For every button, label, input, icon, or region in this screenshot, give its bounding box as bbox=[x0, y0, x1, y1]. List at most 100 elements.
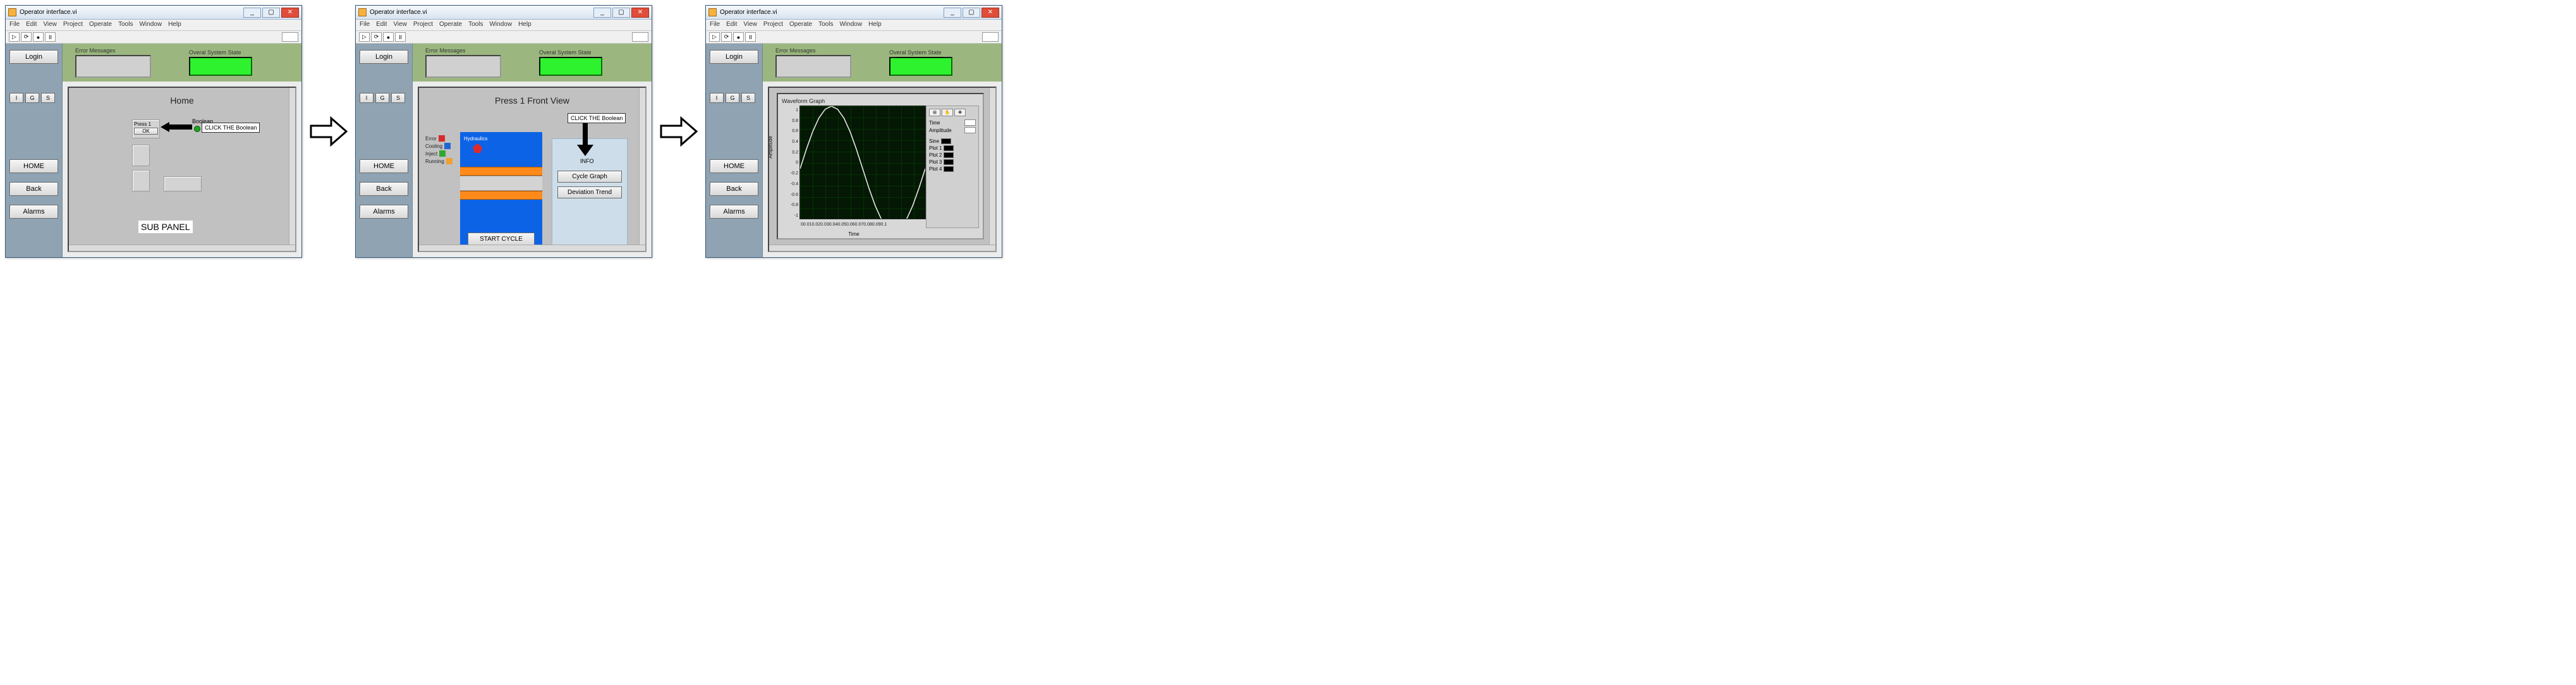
menu-help[interactable]: Help bbox=[518, 21, 532, 29]
home-button[interactable]: HOME bbox=[710, 159, 758, 173]
menu-edit[interactable]: Edit bbox=[376, 21, 387, 29]
run-continuous-icon[interactable]: ⟳ bbox=[371, 32, 382, 42]
menubar[interactable]: File Edit View Project Operate Tools Win… bbox=[706, 20, 1002, 31]
menubar[interactable]: File Edit View Project Operate Tools Win… bbox=[6, 20, 301, 31]
back-button[interactable]: Back bbox=[9, 182, 58, 196]
menu-file[interactable]: File bbox=[710, 21, 720, 29]
menu-window[interactable]: Window bbox=[839, 21, 862, 29]
graph-legend[interactable]: ⊞✋✥ Time Amplitude Sine Plot 1 Plot 2 Pl… bbox=[926, 106, 979, 228]
run-continuous-icon[interactable]: ⟳ bbox=[21, 32, 32, 42]
menu-project[interactable]: Project bbox=[63, 21, 83, 29]
pause-icon[interactable]: II bbox=[745, 32, 756, 42]
mode-radio[interactable]: I G S bbox=[9, 93, 58, 103]
scrollbar-vertical[interactable] bbox=[639, 88, 645, 251]
close-button[interactable]: ✕ bbox=[981, 8, 999, 18]
deviation-trend-button[interactable]: Deviation Trend bbox=[557, 186, 622, 198]
menu-project[interactable]: Project bbox=[763, 21, 783, 29]
legend-item-3[interactable]: Plot 3 bbox=[929, 159, 942, 165]
titlebar[interactable]: Operator interface.vi _ ▢ ✕ bbox=[6, 6, 301, 20]
home-button[interactable]: HOME bbox=[360, 159, 408, 173]
run-icon[interactable]: ▷ bbox=[359, 32, 370, 42]
titlebar[interactable]: Operator interface.vi _ ▢ ✕ bbox=[356, 6, 652, 20]
boolean-led[interactable] bbox=[194, 126, 200, 132]
run-icon[interactable]: ▷ bbox=[9, 32, 20, 42]
minimize-button[interactable]: _ bbox=[243, 8, 261, 18]
menu-project[interactable]: Project bbox=[413, 21, 433, 29]
mode-radio[interactable]: I G S bbox=[360, 93, 408, 103]
legend-item-2[interactable]: Plot 2 bbox=[929, 152, 942, 158]
menu-view[interactable]: View bbox=[393, 21, 407, 29]
legend-item-0[interactable]: Sine bbox=[929, 138, 939, 144]
scrollbar-vertical[interactable] bbox=[289, 88, 295, 251]
stop-icon[interactable]: ● bbox=[733, 32, 744, 42]
menu-view[interactable]: View bbox=[43, 21, 57, 29]
alarms-button[interactable]: Alarms bbox=[710, 205, 758, 219]
login-button[interactable]: Login bbox=[9, 50, 58, 64]
maximize-button[interactable]: ▢ bbox=[612, 8, 630, 18]
menu-edit[interactable]: Edit bbox=[726, 21, 737, 29]
alarms-button[interactable]: Alarms bbox=[360, 205, 408, 219]
mode-g[interactable]: G bbox=[375, 93, 389, 103]
stop-icon[interactable]: ● bbox=[383, 32, 394, 42]
stop-icon[interactable]: ● bbox=[33, 32, 44, 42]
plot-area[interactable] bbox=[799, 106, 926, 219]
mode-i[interactable]: I bbox=[9, 93, 23, 103]
menu-operate[interactable]: Operate bbox=[439, 21, 462, 29]
menu-file[interactable]: File bbox=[9, 21, 20, 29]
maximize-button[interactable]: ▢ bbox=[262, 8, 280, 18]
menu-tools[interactable]: Tools bbox=[818, 21, 833, 29]
mode-g[interactable]: G bbox=[726, 93, 739, 103]
alarms-button[interactable]: Alarms bbox=[9, 205, 58, 219]
login-button[interactable]: Login bbox=[710, 50, 758, 64]
menu-help[interactable]: Help bbox=[868, 21, 882, 29]
scrollbar-vertical[interactable] bbox=[989, 88, 995, 251]
minimize-button[interactable]: _ bbox=[944, 8, 961, 18]
close-button[interactable]: ✕ bbox=[631, 8, 649, 18]
menu-operate[interactable]: Operate bbox=[89, 21, 112, 29]
legend-amp-field[interactable] bbox=[964, 127, 976, 133]
cycle-graph-button[interactable]: Cycle Graph bbox=[557, 171, 622, 183]
start-cycle-button[interactable]: START CYCLE bbox=[468, 233, 535, 246]
legend-time-field[interactable] bbox=[964, 119, 976, 126]
press1-ok-button[interactable]: OK bbox=[134, 128, 158, 135]
mode-radio[interactable]: I G S bbox=[710, 93, 758, 103]
close-button[interactable]: ✕ bbox=[281, 8, 299, 18]
toolbar-search[interactable] bbox=[632, 32, 648, 42]
mode-g[interactable]: G bbox=[25, 93, 39, 103]
login-button[interactable]: Login bbox=[360, 50, 408, 64]
mode-i[interactable]: I bbox=[360, 93, 374, 103]
scrollbar-horizontal[interactable] bbox=[419, 245, 645, 251]
menu-view[interactable]: View bbox=[743, 21, 757, 29]
menu-operate[interactable]: Operate bbox=[789, 21, 812, 29]
toolbar-search[interactable] bbox=[282, 32, 298, 42]
menubar[interactable]: File Edit View Project Operate Tools Win… bbox=[356, 20, 652, 31]
scrollbar-horizontal[interactable] bbox=[769, 245, 995, 251]
mode-s[interactable]: S bbox=[41, 93, 55, 103]
pause-icon[interactable]: II bbox=[45, 32, 56, 42]
run-continuous-icon[interactable]: ⟳ bbox=[721, 32, 732, 42]
run-icon[interactable]: ▷ bbox=[709, 32, 720, 42]
menu-window[interactable]: Window bbox=[139, 21, 162, 29]
back-button[interactable]: Back bbox=[710, 182, 758, 196]
mode-s[interactable]: S bbox=[741, 93, 755, 103]
legend-item-4[interactable]: Plot 4 bbox=[929, 166, 942, 172]
back-button[interactable]: Back bbox=[360, 182, 408, 196]
mode-i[interactable]: I bbox=[710, 93, 724, 103]
legend-item-1[interactable]: Plot 1 bbox=[929, 145, 942, 151]
scrollbar-horizontal[interactable] bbox=[69, 245, 295, 251]
pause-icon[interactable]: II bbox=[395, 32, 406, 42]
menu-tools[interactable]: Tools bbox=[468, 21, 483, 29]
menu-window[interactable]: Window bbox=[489, 21, 512, 29]
minimize-button[interactable]: _ bbox=[593, 8, 611, 18]
menu-file[interactable]: File bbox=[360, 21, 370, 29]
titlebar[interactable]: Operator interface.vi _ ▢ ✕ bbox=[706, 6, 1002, 20]
status-bar: Error Messages Overal System State bbox=[763, 44, 1002, 82]
mode-s[interactable]: S bbox=[391, 93, 405, 103]
menu-edit[interactable]: Edit bbox=[26, 21, 37, 29]
toolbar-search[interactable] bbox=[982, 32, 999, 42]
menu-help[interactable]: Help bbox=[168, 21, 181, 29]
maximize-button[interactable]: ▢ bbox=[963, 8, 980, 18]
menu-tools[interactable]: Tools bbox=[118, 21, 133, 29]
home-button[interactable]: HOME bbox=[9, 159, 58, 173]
graph-palette-tools[interactable]: ⊞✋✥ bbox=[929, 109, 976, 116]
